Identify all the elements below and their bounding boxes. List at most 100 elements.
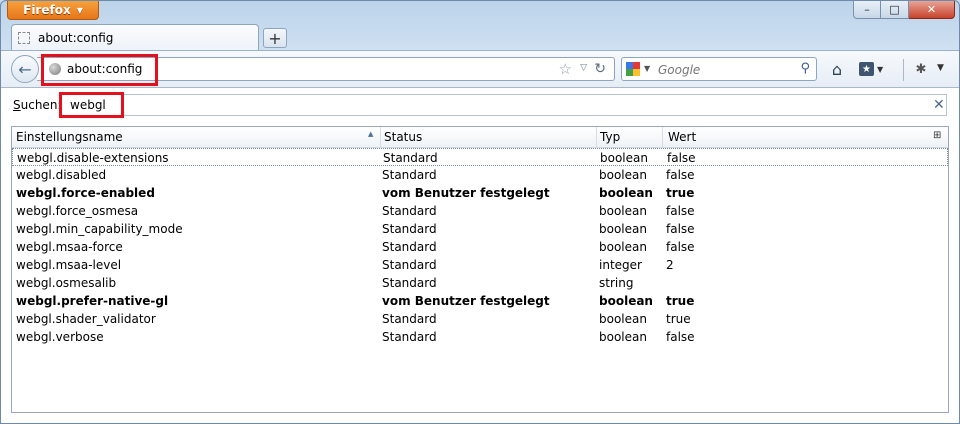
pref-name-cell: webgl.disable-extensions [17,151,169,165]
pref-type-cell: boolean [599,294,653,308]
pref-name-cell: webgl.disabled [16,168,107,182]
pref-value-cell: false [666,222,695,236]
firefox-menu-button[interactable]: Firefox ▼ [7,1,99,20]
url-text[interactable]: about:config [67,62,142,76]
preferences-table[interactable]: Einstellungsname ▲ Status Typ Wert ⊞ web… [11,126,949,413]
bookmarks-menu-icon: ★ [859,62,874,76]
table-row[interactable]: webgl.force_osmesa Standard boolean false [12,202,948,220]
minimize-button[interactable]: – [853,1,881,19]
pref-value-cell: false [667,151,696,165]
back-button[interactable]: ← [11,55,39,83]
maximize-button[interactable]: □ [881,1,909,19]
pref-status-cell: Standard [382,312,437,326]
pref-type-cell: boolean [599,204,647,218]
column-header-status[interactable]: Status [384,130,422,144]
filter-input[interactable] [59,94,947,116]
toolbar-separator [903,59,904,81]
pref-value-cell: false [666,204,695,218]
table-row[interactable]: webgl.msaa-force Standard boolean false [12,238,948,256]
addon-icon[interactable]: ✱ [911,59,931,79]
search-bar[interactable]: ▼ ⚲ [621,57,817,81]
column-header-name[interactable]: Einstellungsname [16,130,123,144]
column-header-type[interactable]: Typ [600,130,620,144]
pref-name-cell: webgl.msaa-force [16,240,123,254]
table-row[interactable]: webgl.prefer-native-gl vom Benutzer festg… [12,292,948,310]
pref-status-cell: Standard [382,276,437,290]
pref-name-cell: webgl.prefer-native-gl [16,294,169,308]
pref-value-cell: false [666,168,695,182]
pref-type-cell: boolean [599,330,647,344]
pref-value-cell: false [666,240,695,254]
globe-icon [49,63,61,75]
reload-icon[interactable]: ↻ [594,61,606,77]
pref-status-cell: Standard [382,204,437,218]
chevron-down-icon: ▼ [877,64,884,74]
pref-type-cell: boolean [599,240,647,254]
table-header: Einstellungsname ▲ Status Typ Wert ⊞ [12,127,948,148]
pref-status-cell: Standard [382,330,437,344]
table-body: webgl.disable-extensions Standard boolean f… [12,148,948,346]
filter-label: Suchen: [13,98,62,112]
about-config-page: Suchen: ✕ Einstellungsname ▲ Status Typ … [1,88,959,423]
column-separator [380,127,381,147]
home-icon[interactable]: ⌂ [827,59,847,79]
pref-status-cell: Standard [382,240,437,254]
table-row[interactable]: webgl.min_capability_mode Standard boolean… [12,220,948,238]
clear-filter-icon[interactable]: ✕ [933,97,945,113]
pref-status-cell: vom Benutzer festgelegt [382,186,550,200]
navigation-toolbar: about:config ☆ ▽ ↻ ← ▼ ⚲ ⌂ ★ ▼ ✱ ▼ [1,50,959,88]
toolbar-overflow-chevron-icon[interactable]: ▼ [937,63,944,73]
pref-name-cell: webgl.osmesalib [16,276,117,290]
pref-type-cell: integer [599,258,642,272]
firefox-menu-label: Firefox [23,3,71,17]
pref-type-cell: boolean [599,312,647,326]
column-separator [662,127,663,147]
pref-value-cell: true [666,312,691,326]
close-button[interactable]: ✕ [909,1,955,19]
google-logo-icon[interactable] [626,62,640,76]
table-row[interactable]: webgl.verbose Standard boolean false [12,328,948,346]
pref-name-cell: webgl.force-enabled [16,186,155,200]
pref-name-cell: webgl.verbose [16,330,104,344]
browser-window: Firefox ▼ – □ ✕ about:config + about:con… [0,0,960,424]
pref-status-cell: Standard [382,222,437,236]
pref-type-cell: string [599,276,634,290]
pref-status-cell: vom Benutzer festgelegt [382,294,550,308]
bookmark-star-icon[interactable]: ☆ [559,60,572,78]
pref-value-cell: true [666,294,695,308]
column-header-value[interactable]: Wert [668,130,696,144]
pref-type-cell: boolean [599,186,653,200]
tab-label: about:config [38,30,114,45]
tab-about-config[interactable]: about:config [11,24,259,50]
back-arrow-icon: ← [18,59,32,79]
chevron-down-icon: ▼ [76,5,83,15]
table-row[interactable]: webgl.msaa-level Standard integer 2 [12,256,948,274]
search-icon[interactable]: ⚲ [800,61,810,76]
window-controls: – □ ✕ [853,1,955,19]
table-row[interactable]: webgl.shader_validator Standard boolean tru… [12,310,948,328]
table-row[interactable]: webgl.force-enabled vom Benutzer festgele… [12,184,948,202]
search-engine-dropdown-icon[interactable]: ▼ [644,64,650,73]
pref-name-cell: webgl.force_osmesa [16,204,139,218]
table-row[interactable]: webgl.disabled Standard boolean false [12,166,948,184]
bookmarks-menu-button[interactable]: ★ ▼ [859,59,895,79]
column-separator [596,127,597,147]
pref-value-cell: false [666,330,695,344]
pref-value-cell: true [666,186,695,200]
pref-status-cell: Standard [383,151,438,165]
pref-status-cell: Standard [382,168,437,182]
table-row[interactable]: webgl.disable-extensions Standard boolean f… [12,148,948,166]
pref-value-cell: 2 [666,258,674,272]
url-bar[interactable]: about:config ☆ ▽ ↻ [37,57,615,81]
sort-ascending-icon: ▲ [368,130,374,138]
pref-name-cell: webgl.msaa-level [16,258,122,272]
pref-type-cell: boolean [600,151,648,165]
filter-row: Suchen: ✕ [1,88,959,122]
pref-name-cell: webgl.min_capability_mode [16,222,183,236]
column-picker-icon[interactable]: ⊞ [933,130,944,141]
new-tab-button[interactable]: + [263,28,287,48]
search-input[interactable] [656,60,790,80]
table-row[interactable]: webgl.osmesalib Standard string [12,274,948,292]
history-dropdown-icon[interactable]: ▽ [580,63,587,73]
pref-name-cell: webgl.shader_validator [16,312,156,326]
